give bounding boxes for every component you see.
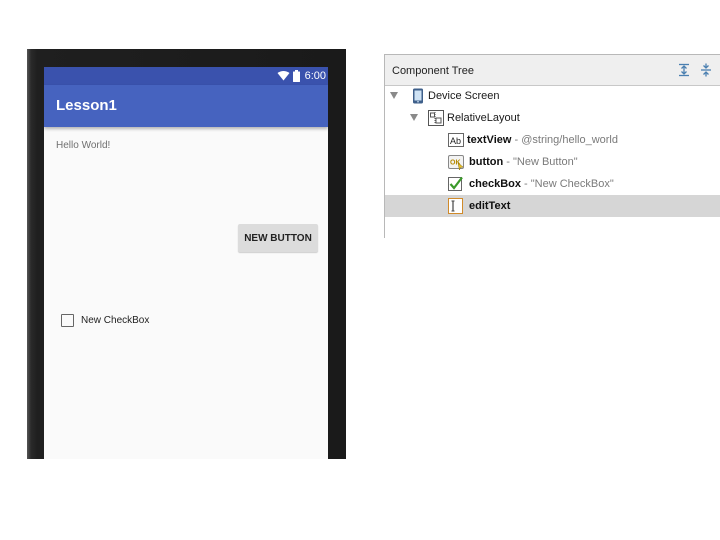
new-button[interactable]: NEW BUTTON — [238, 224, 318, 252]
expand-triangle-icon[interactable] — [410, 114, 418, 121]
collapse-all-icon[interactable] — [699, 63, 713, 77]
phone-preview: 6:00 Lesson1 Hello World! NEW BUTTON New… — [27, 49, 346, 459]
panel-header: Component Tree — [385, 55, 720, 86]
checkbox-label[interactable]: New CheckBox — [81, 315, 149, 326]
hello-world-text: Hello World! — [56, 140, 111, 151]
button-widget-icon: OK — [448, 154, 464, 170]
tree-node-name: button — [469, 156, 504, 168]
tree-node-checkbox[interactable]: checkBox - "New CheckBox" — [385, 173, 720, 195]
text-view-icon: Ab — [448, 132, 464, 148]
app-title: Lesson1 — [56, 97, 117, 114]
tree-node-name: editText — [469, 200, 511, 212]
tree-node-detail: - "New Button" — [506, 156, 578, 168]
tree-node-detail: - @string/hello_world — [514, 134, 619, 146]
device-screen: 6:00 Lesson1 Hello World! NEW BUTTON New… — [44, 67, 328, 459]
checkbox-widget-icon — [448, 176, 464, 192]
component-tree-panel: Component Tree Device Screen RelativeLay… — [384, 54, 720, 238]
wifi-icon — [277, 71, 290, 81]
device-screen-icon — [410, 88, 426, 104]
status-bar: 6:00 — [44, 67, 328, 85]
status-time: 6:00 — [304, 70, 326, 82]
app-bar: Lesson1 — [44, 85, 328, 127]
tree-node-name: checkBox — [469, 178, 521, 190]
tree-node-edittext[interactable]: editText — [385, 195, 720, 217]
tree-node-device-screen[interactable]: Device Screen — [385, 85, 720, 107]
battery-icon — [292, 70, 300, 82]
tree-node-detail: - "New CheckBox" — [524, 178, 614, 190]
checkbox-icon[interactable] — [61, 313, 74, 327]
tree-node-name: textView — [467, 134, 512, 146]
tree-node-relative-layout[interactable]: RelativeLayout — [385, 107, 720, 129]
tree-node-button[interactable]: OK button - "New Button" — [385, 151, 720, 173]
svg-text:Ab: Ab — [450, 136, 461, 146]
expand-triangle-icon[interactable] — [390, 92, 398, 99]
tree-node-label: Device Screen — [428, 90, 500, 102]
tree-node-label: RelativeLayout — [447, 112, 520, 124]
panel-title: Component Tree — [392, 65, 474, 77]
status-icons: 6:00 — [277, 69, 328, 83]
tree-node-textview[interactable]: Ab textView - @string/hello_world — [385, 129, 720, 151]
relative-layout-icon — [428, 110, 444, 126]
expand-all-icon[interactable] — [677, 63, 691, 77]
edit-text-icon — [448, 198, 464, 214]
new-checkbox[interactable]: New CheckBox — [61, 313, 149, 327]
